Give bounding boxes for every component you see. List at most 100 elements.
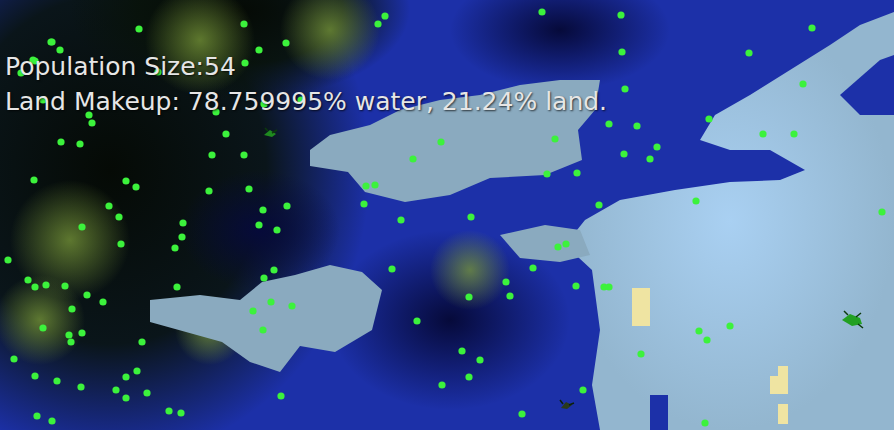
food-dot	[282, 39, 289, 46]
channel	[840, 55, 894, 115]
land-makeup-label: Land Makeup: 78.759995% water, 21.24% la…	[5, 87, 607, 117]
food-dot	[653, 143, 660, 150]
food-dot	[83, 291, 90, 298]
food-dot	[562, 240, 569, 247]
food-dot	[695, 327, 702, 334]
food-dot	[47, 38, 54, 45]
food-dot	[30, 176, 37, 183]
food-dot	[413, 317, 420, 324]
food-dot	[260, 274, 267, 281]
food-dot	[267, 298, 274, 305]
food-dot	[53, 377, 60, 384]
food-dot	[132, 183, 139, 190]
land	[500, 225, 590, 262]
creature-icon	[264, 128, 277, 137]
food-dot	[502, 278, 509, 285]
food-dot	[579, 386, 586, 393]
land	[565, 12, 894, 430]
food-dot	[692, 197, 699, 204]
food-dot	[381, 12, 388, 19]
food-dot	[10, 355, 17, 362]
food-dot	[605, 120, 612, 127]
food-dot	[799, 80, 806, 87]
food-dot	[617, 11, 624, 18]
food-dot	[31, 372, 38, 379]
food-dot	[371, 181, 378, 188]
food-dot	[543, 170, 550, 177]
food-dot	[77, 383, 84, 390]
food-dot	[112, 386, 119, 393]
food-dot	[133, 367, 140, 374]
food-dot	[726, 322, 733, 329]
food-dot	[288, 302, 295, 309]
algae-glow	[430, 230, 510, 310]
food-dot	[179, 219, 186, 226]
food-dot	[259, 326, 266, 333]
food-dot	[33, 412, 40, 419]
food-dot	[205, 187, 212, 194]
food-dot	[518, 410, 525, 417]
food-dot	[88, 119, 95, 126]
food-dot	[458, 347, 465, 354]
food-dot	[255, 221, 262, 228]
food-dot	[117, 240, 124, 247]
food-dot	[99, 298, 106, 305]
food-dot	[138, 338, 145, 345]
food-dot	[745, 49, 752, 56]
sand	[632, 288, 650, 326]
food-dot	[122, 177, 129, 184]
food-dot	[465, 373, 472, 380]
food-dot	[397, 216, 404, 223]
food-dot	[646, 155, 653, 162]
food-dot	[573, 169, 580, 176]
food-dot	[705, 115, 712, 122]
sand	[778, 366, 788, 394]
food-dot	[61, 282, 68, 289]
food-dot	[222, 130, 229, 137]
food-dot	[388, 265, 395, 272]
food-dot	[171, 244, 178, 251]
food-dot	[177, 409, 184, 416]
food-dot	[122, 373, 129, 380]
food-dot	[270, 266, 277, 273]
algae-glow	[10, 180, 130, 300]
food-dot	[633, 122, 640, 129]
algae-glow	[280, 0, 380, 80]
food-dot	[76, 140, 83, 147]
food-dot	[78, 223, 85, 230]
food-dot	[4, 256, 11, 263]
food-dot	[572, 282, 579, 289]
food-dot	[240, 20, 247, 27]
food-dot	[245, 185, 252, 192]
food-dot	[759, 130, 766, 137]
food-dot	[438, 381, 445, 388]
food-dot	[249, 307, 256, 314]
algae-glow	[0, 275, 85, 365]
deep-water	[70, 0, 410, 100]
food-dot	[703, 336, 710, 343]
food-dot	[360, 200, 367, 207]
food-dot	[67, 338, 74, 345]
food-dot	[467, 213, 474, 220]
food-dot	[65, 331, 72, 338]
food-dot	[105, 202, 112, 209]
food-dot	[208, 151, 215, 158]
population-label: Population Size:54	[5, 52, 607, 82]
stats-overlay: Population Size:54 Land Makeup: 78.759995…	[5, 52, 607, 117]
deep-water	[450, 0, 670, 90]
food-dot	[790, 130, 797, 137]
food-dot	[78, 329, 85, 336]
food-dot	[621, 85, 628, 92]
food-dot	[277, 392, 284, 399]
food-dot	[701, 419, 708, 426]
food-dot	[465, 293, 472, 300]
food-dot	[374, 20, 381, 27]
food-dot	[240, 151, 247, 158]
food-dot	[476, 356, 483, 363]
food-dot	[143, 389, 150, 396]
food-dot	[115, 213, 122, 220]
food-dot	[241, 59, 248, 66]
food-dot	[57, 138, 64, 145]
food-dot	[273, 226, 280, 233]
food-dot	[637, 350, 644, 357]
